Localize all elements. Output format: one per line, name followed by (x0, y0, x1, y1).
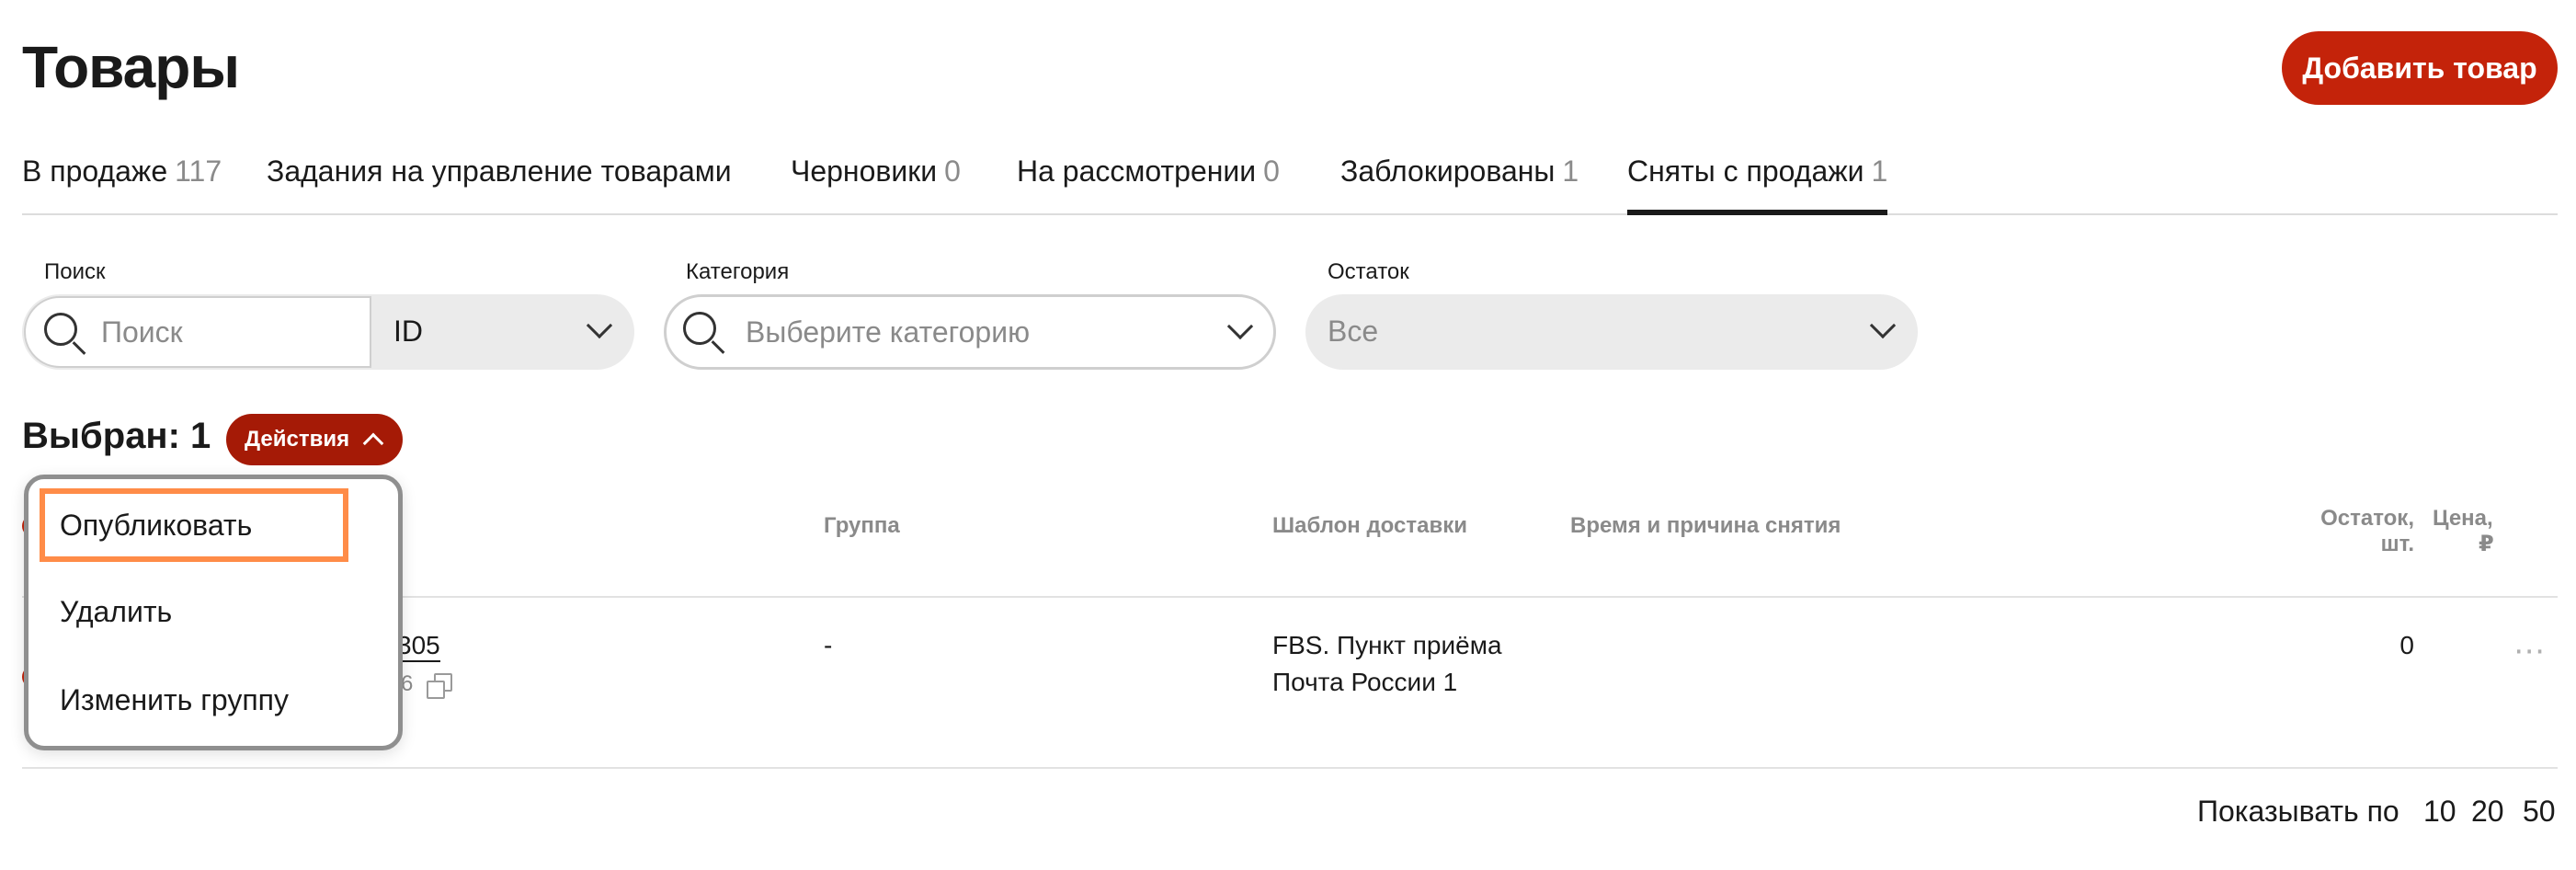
tab-label: Задания на управление товарами (267, 155, 732, 188)
search-input[interactable] (101, 313, 359, 351)
actions-button[interactable]: Действия (226, 414, 403, 465)
page-size-10[interactable]: 10 (2423, 795, 2456, 829)
page-size-20[interactable]: 20 (2471, 795, 2504, 829)
stock-select[interactable]: Все (1305, 294, 1918, 370)
more-icon[interactable]: ⋯ (2513, 633, 2547, 670)
row-stock: 0 (2399, 631, 2414, 659)
menu-item-publish[interactable]: Опубликовать (60, 509, 252, 543)
page-size-label: Показывать по (2197, 795, 2399, 828)
category-label: Категория (686, 259, 790, 284)
row-divider (22, 767, 2558, 769)
tab-count: 1 (1562, 155, 1579, 188)
stock-label: Остаток (1328, 259, 1409, 284)
page-size-50[interactable]: 50 (2523, 795, 2556, 829)
chevron-up-icon (362, 432, 384, 454)
search-label: Поиск (44, 259, 106, 284)
tab-label: В продаже (22, 155, 168, 188)
chevron-down-icon (1869, 312, 1897, 339)
product-id-link[interactable]: 305 (397, 631, 440, 662)
tab-label: Заблокированы (1340, 155, 1556, 188)
tab-count: 0 (944, 155, 961, 188)
row-group: - (824, 631, 833, 659)
column-header-group: Группа (824, 513, 900, 538)
row-delivery-line2: Почта России 1 (1272, 668, 1458, 696)
search-icon (44, 313, 77, 346)
tab-under-review[interactable]: На рассмотрении 0 (1017, 155, 1280, 189)
search-type-value[interactable]: ID (393, 315, 423, 349)
tab-drafts[interactable]: Черновики 0 (791, 155, 961, 189)
column-header-stock-line2: шт. (2380, 532, 2414, 556)
search-icon (683, 312, 716, 345)
tab-label: Черновики (791, 155, 938, 188)
stock-value: Все (1328, 315, 1379, 348)
status-tabs: В продаже 117 Задания на управление товар… (22, 138, 2558, 215)
column-header-removal: Время и причина снятия (1570, 513, 1841, 538)
copy-icon[interactable] (427, 673, 452, 699)
tab-count: 1 (1871, 155, 1888, 188)
tab-count: 117 (175, 155, 222, 188)
product-sub-id: 6 (401, 671, 414, 696)
row-delivery-line1: FBS. Пункт приёма (1272, 631, 1502, 659)
tab-blocked[interactable]: Заблокированы 1 (1340, 155, 1579, 189)
tab-count: 0 (1263, 155, 1280, 188)
tab-removed-from-sale[interactable]: Сняты с продажи 1 (1627, 155, 1888, 215)
page-title: Товары (22, 34, 240, 100)
tab-management-tasks[interactable]: Задания на управление товарами (267, 155, 732, 189)
column-header-delivery: Шаблон доставки (1272, 513, 1467, 538)
column-header-price-line2: ₽ (2479, 532, 2494, 556)
actions-dropdown: Опубликовать Удалить Изменить группу (24, 475, 403, 750)
category-placeholder: Выберите категорию (746, 315, 1031, 349)
tab-on-sale[interactable]: В продаже 117 (22, 155, 222, 189)
selected-count: Выбран: 1 (22, 416, 211, 456)
category-select[interactable]: Выберите категорию (664, 294, 1276, 370)
actions-label: Действия (245, 427, 350, 452)
tab-label: Сняты с продажи (1627, 155, 1864, 188)
add-product-button[interactable]: Добавить товар (2282, 31, 2558, 105)
column-header-stock[interactable]: Остаток, шт. (2298, 506, 2414, 557)
menu-item-change-group[interactable]: Изменить группу (60, 683, 289, 717)
menu-item-delete[interactable]: Удалить (60, 595, 172, 629)
search-combo: ID (22, 294, 634, 370)
column-header-price[interactable]: Цена, ₽ (2433, 506, 2494, 557)
search-field (24, 296, 371, 368)
chevron-down-icon[interactable] (586, 312, 613, 339)
chevron-down-icon (1226, 313, 1254, 340)
column-header-stock-line1: Остаток, (2320, 506, 2414, 531)
column-header-price-line1: Цена, (2433, 506, 2493, 531)
tab-label: На рассмотрении (1017, 155, 1257, 188)
